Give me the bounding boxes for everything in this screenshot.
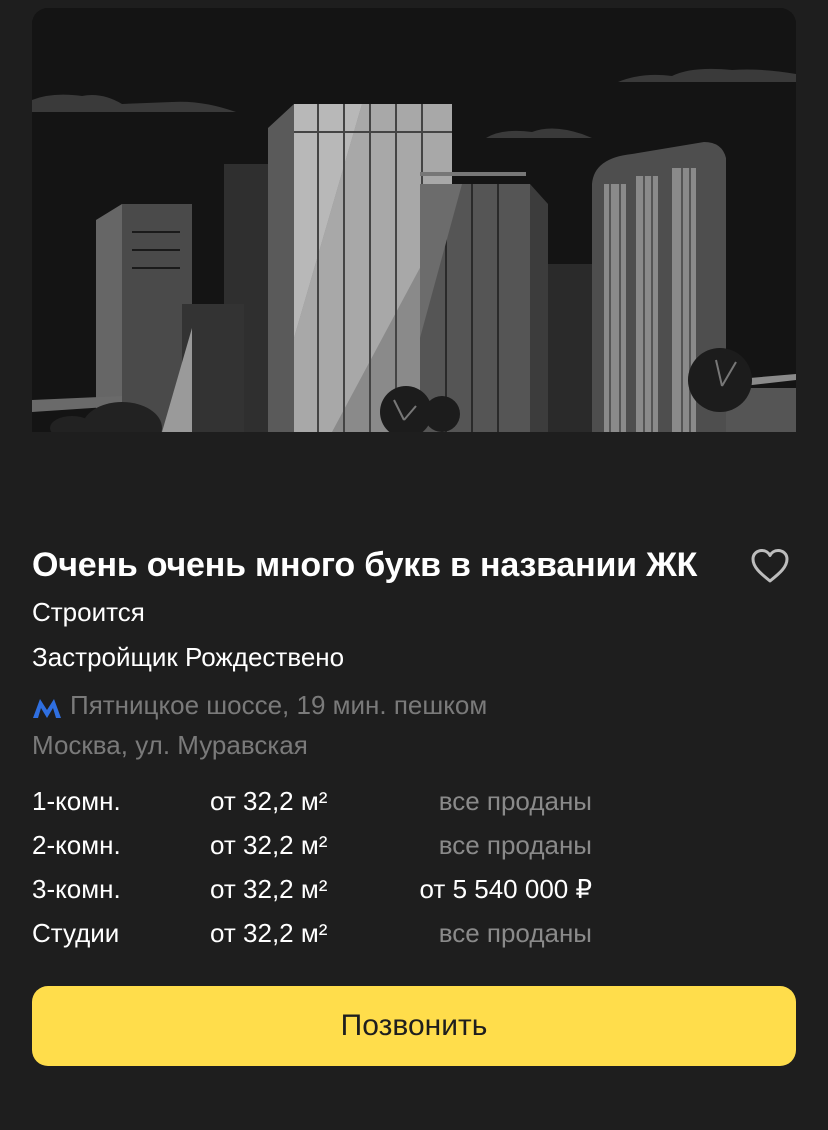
- offer-rooms: 1-комн.: [32, 786, 121, 816]
- metro-info: Пятницкое шоссе, 19 мин. пешком: [32, 687, 487, 723]
- metro-station: Пятницкое шоссе, 19 мин. пешком: [70, 690, 488, 720]
- favorite-button[interactable]: [748, 544, 792, 588]
- heart-outline-icon: [751, 549, 789, 583]
- call-button[interactable]: Позвонить: [32, 986, 796, 1066]
- offer-row[interactable]: Студии от 32,2 м² все проданы: [32, 914, 612, 958]
- offer-price: все проданы: [438, 786, 592, 816]
- offer-price: от 5 540 000 ₽: [419, 874, 592, 904]
- offer-price: все проданы: [438, 918, 592, 948]
- complex-image[interactable]: [32, 8, 796, 432]
- metro-m-icon: [32, 693, 62, 718]
- offers-table: 1-комн. от 32,2 м² все проданы 2-комн. о…: [32, 782, 612, 958]
- offer-price: все проданы: [438, 830, 592, 860]
- offer-area: от 32,2 м²: [210, 786, 328, 816]
- offer-row[interactable]: 3-комн. от 32,2 м² от 5 540 000 ₽: [32, 870, 612, 914]
- offer-rooms: Студии: [32, 918, 120, 948]
- offer-area: от 32,2 м²: [210, 830, 328, 860]
- offer-row[interactable]: 2-комн. от 32,2 м² все проданы: [32, 826, 612, 870]
- offer-row[interactable]: 1-комн. от 32,2 м² все проданы: [32, 782, 612, 826]
- offer-area: от 32,2 м²: [210, 874, 328, 904]
- address: Москва, ул. Муравская: [32, 730, 308, 760]
- offer-rooms: 3-комн.: [32, 874, 121, 904]
- title-row: Очень очень много букв в названии ЖК: [32, 538, 796, 594]
- developer-name: Застройщик Рождествено: [32, 642, 345, 672]
- offer-area: от 32,2 м²: [210, 918, 328, 948]
- complex-title[interactable]: Очень очень много букв в названии ЖК: [32, 544, 732, 586]
- city-illustration: [32, 8, 796, 432]
- construction-status: Строится: [32, 597, 145, 627]
- offer-rooms: 2-комн.: [32, 830, 121, 860]
